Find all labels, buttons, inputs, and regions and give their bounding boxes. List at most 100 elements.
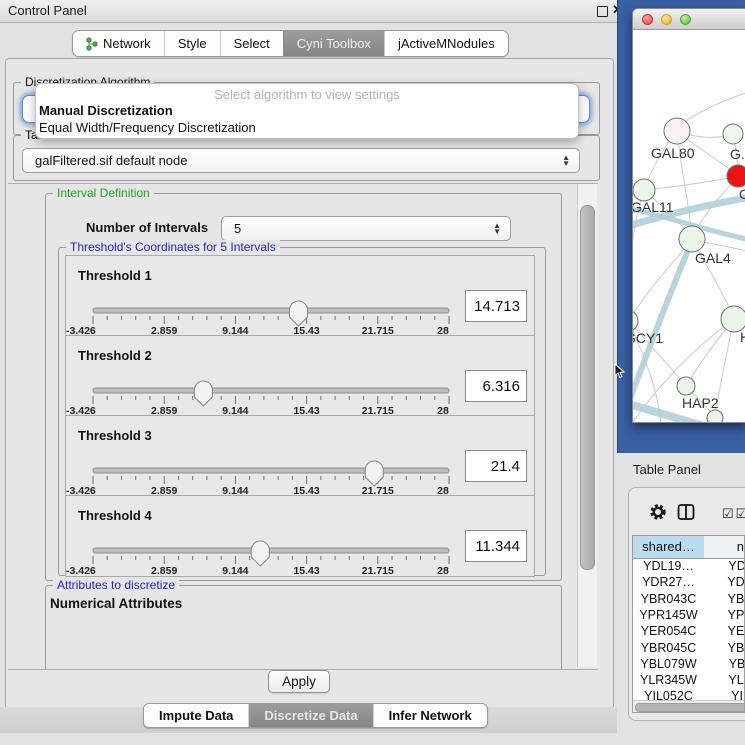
settings-scrollbar-thumb[interactable] (580, 205, 595, 570)
network-node[interactable] (723, 124, 743, 144)
table-row[interactable]: YBR043CYBR0 (633, 591, 745, 607)
checkbox-icons[interactable]: ☑☑ (722, 506, 745, 522)
cell-shared-name[interactable]: YBR045C (633, 640, 704, 656)
table-row[interactable]: YER054CYER0 (633, 623, 745, 639)
slider-thumb[interactable] (251, 541, 269, 566)
bottom-tab-bar: Impute Data Discretize Data Infer Networ… (143, 703, 488, 728)
threshold-slider[interactable]: -3.4262.8599.14415.4321.71528 (66, 300, 462, 336)
threshold-value-box[interactable]: 21.4 (465, 450, 527, 482)
network-node[interactable] (707, 410, 723, 422)
settings-viewport: Interval Definition Number of Intervals … (8, 183, 598, 670)
svg-text:-3.426: -3.426 (66, 565, 96, 576)
screen: Control Panel ✕ Network Style Select Cyn… (0, 0, 745, 745)
table-row[interactable]: YDL19…YDL1 (633, 558, 745, 574)
svg-text:15.43: 15.43 (293, 565, 319, 576)
gear-icon[interactable] (649, 503, 667, 521)
tab-select[interactable]: Select (220, 31, 283, 56)
cell-shared-name[interactable]: YER054C (633, 623, 704, 639)
table-hscrollbar-thumb[interactable] (635, 703, 745, 712)
column-header-name[interactable]: na (704, 536, 745, 559)
tab-cyni-toolbox[interactable]: Cyni Toolbox (283, 31, 384, 56)
node-label: GAL11 (633, 199, 674, 215)
zoom-traffic-light[interactable] (680, 14, 691, 25)
tab-network[interactable]: Network (73, 31, 164, 56)
popup-prompt: Select algorithm to view settings (36, 87, 578, 102)
table-panel-window: ☑☑ shared… na YDL19…YDL1YDR27…YDR2YBR043… (628, 487, 745, 721)
svg-text:28: 28 (437, 565, 449, 576)
tab-infer-network[interactable]: Infer Network (373, 704, 487, 727)
columns-icon[interactable] (677, 503, 695, 521)
spinner-stepper-icon: ▲▼ (493, 223, 501, 235)
threshold-value-box[interactable]: 11.344 (465, 530, 527, 562)
popup-item-manual-discretization[interactable]: Manual Discretization (39, 103, 173, 118)
threshold-slider[interactable]: -3.4262.8599.14415.4321.71528 (66, 540, 462, 576)
popup-item-equal-width-frequency[interactable]: Equal Width/Frequency Discretization (39, 120, 256, 135)
control-panel-titlebar: Control Panel ✕ (0, 0, 617, 23)
network-node[interactable] (679, 226, 705, 252)
table-row[interactable]: YLR345WYLR3 (633, 672, 745, 688)
slider-thumb[interactable] (365, 461, 383, 486)
cell-name[interactable]: YDR2 (704, 574, 745, 590)
cell-name[interactable]: YLR3 (704, 672, 745, 688)
cell-name[interactable]: YBR0 (704, 640, 745, 656)
panel-title: Control Panel (8, 3, 87, 18)
slider-thumb[interactable] (289, 301, 307, 326)
node-label: GAL80 (651, 145, 695, 161)
cell-shared-name[interactable]: YDR27… (633, 574, 704, 590)
cell-name[interactable]: YER0 (704, 623, 745, 639)
column-header-shared-name[interactable]: shared… (633, 536, 705, 559)
threshold-row: Threshold 4 -3.4262.8599.14415.4321.7152… (65, 495, 535, 577)
apply-button[interactable]: Apply (268, 670, 330, 693)
threshold-label: Threshold 4 (78, 508, 152, 523)
table-row[interactable]: YPR145WYPR1 (633, 607, 745, 623)
threshold-row: Threshold 1 -3.4262.8599.14415.4321.7152… (65, 255, 535, 337)
network-node[interactable] (727, 165, 745, 187)
threshold-slider[interactable]: -3.4262.8599.14415.4321.71528 (66, 380, 462, 416)
node-label: HAP2 (682, 395, 719, 411)
tab-style[interactable]: Style (164, 31, 220, 56)
network-node[interactable] (633, 310, 638, 332)
attributes-group-title: Attributes to discretize (53, 578, 179, 593)
table-data-combobox[interactable]: galFiltered.sif default node ▲▼ (22, 148, 580, 173)
tab-jactivemnodules[interactable]: jActiveMNodules (384, 31, 508, 56)
cell-name[interactable]: YDL1 (704, 558, 745, 574)
table-row[interactable]: YBL079WYBL0 (633, 656, 745, 672)
slider-thumb[interactable] (194, 381, 212, 406)
cell-shared-name[interactable]: YBL079W (633, 656, 704, 672)
table-row[interactable]: YBR045CYBR0 (633, 640, 745, 656)
network-edge (644, 176, 738, 190)
cell-shared-name[interactable]: YBR043C (633, 591, 704, 607)
cell-shared-name[interactable]: YDL19… (633, 558, 704, 574)
cell-name[interactable]: YBL0 (704, 656, 745, 672)
threshold-label: Threshold 3 (78, 428, 152, 443)
network-canvas[interactable]: GAL80G.CGAL11GAL4GCY1HHAP2 (633, 30, 745, 422)
number-of-intervals-label: Number of Intervals (86, 220, 208, 235)
algorithm-dropdown-popup: Select algorithm to view settings Manual… (35, 83, 579, 139)
threshold-slider[interactable]: -3.4262.8599.14415.4321.71528 (66, 460, 462, 496)
table-hscrollbar[interactable] (633, 700, 744, 713)
thresholds-group-title: Threshold's Coordinates for 5 Intervals (66, 240, 280, 255)
number-of-intervals-spinner[interactable]: 5 ▲▼ (221, 216, 511, 241)
cell-name[interactable]: YBR0 (704, 591, 745, 607)
tab-discretize-data[interactable]: Discretize Data (248, 704, 372, 727)
svg-text:2.859: 2.859 (151, 565, 177, 576)
node-table[interactable]: shared… na YDL19…YDL1YDR27…YDR2YBR043CYB… (632, 535, 745, 713)
threshold-value-box[interactable]: 14.713 (465, 290, 527, 322)
node-label: GCY1 (633, 330, 663, 346)
cell-name[interactable]: YPR1 (704, 607, 745, 623)
network-graph: GAL80G.CGAL11GAL4GCY1HHAP2 (633, 30, 745, 422)
cell-shared-name[interactable]: YPR145W (633, 607, 704, 623)
minimize-traffic-light[interactable] (661, 14, 672, 25)
threshold-value-box[interactable]: 6.316 (465, 370, 527, 402)
table-row[interactable]: YDR27…YDR2 (633, 574, 745, 590)
network-node[interactable] (633, 179, 655, 201)
cell-shared-name[interactable]: YLR345W (633, 672, 704, 688)
network-node[interactable] (677, 377, 695, 395)
node-label: H (740, 329, 745, 345)
float-icon[interactable] (597, 6, 608, 17)
threshold-label: Threshold 1 (78, 268, 152, 283)
tab-impute-data[interactable]: Impute Data (144, 704, 248, 727)
close-traffic-light[interactable] (642, 14, 653, 25)
numerical-attributes-heading: Numerical Attributes (50, 596, 182, 611)
network-node[interactable] (664, 118, 690, 144)
